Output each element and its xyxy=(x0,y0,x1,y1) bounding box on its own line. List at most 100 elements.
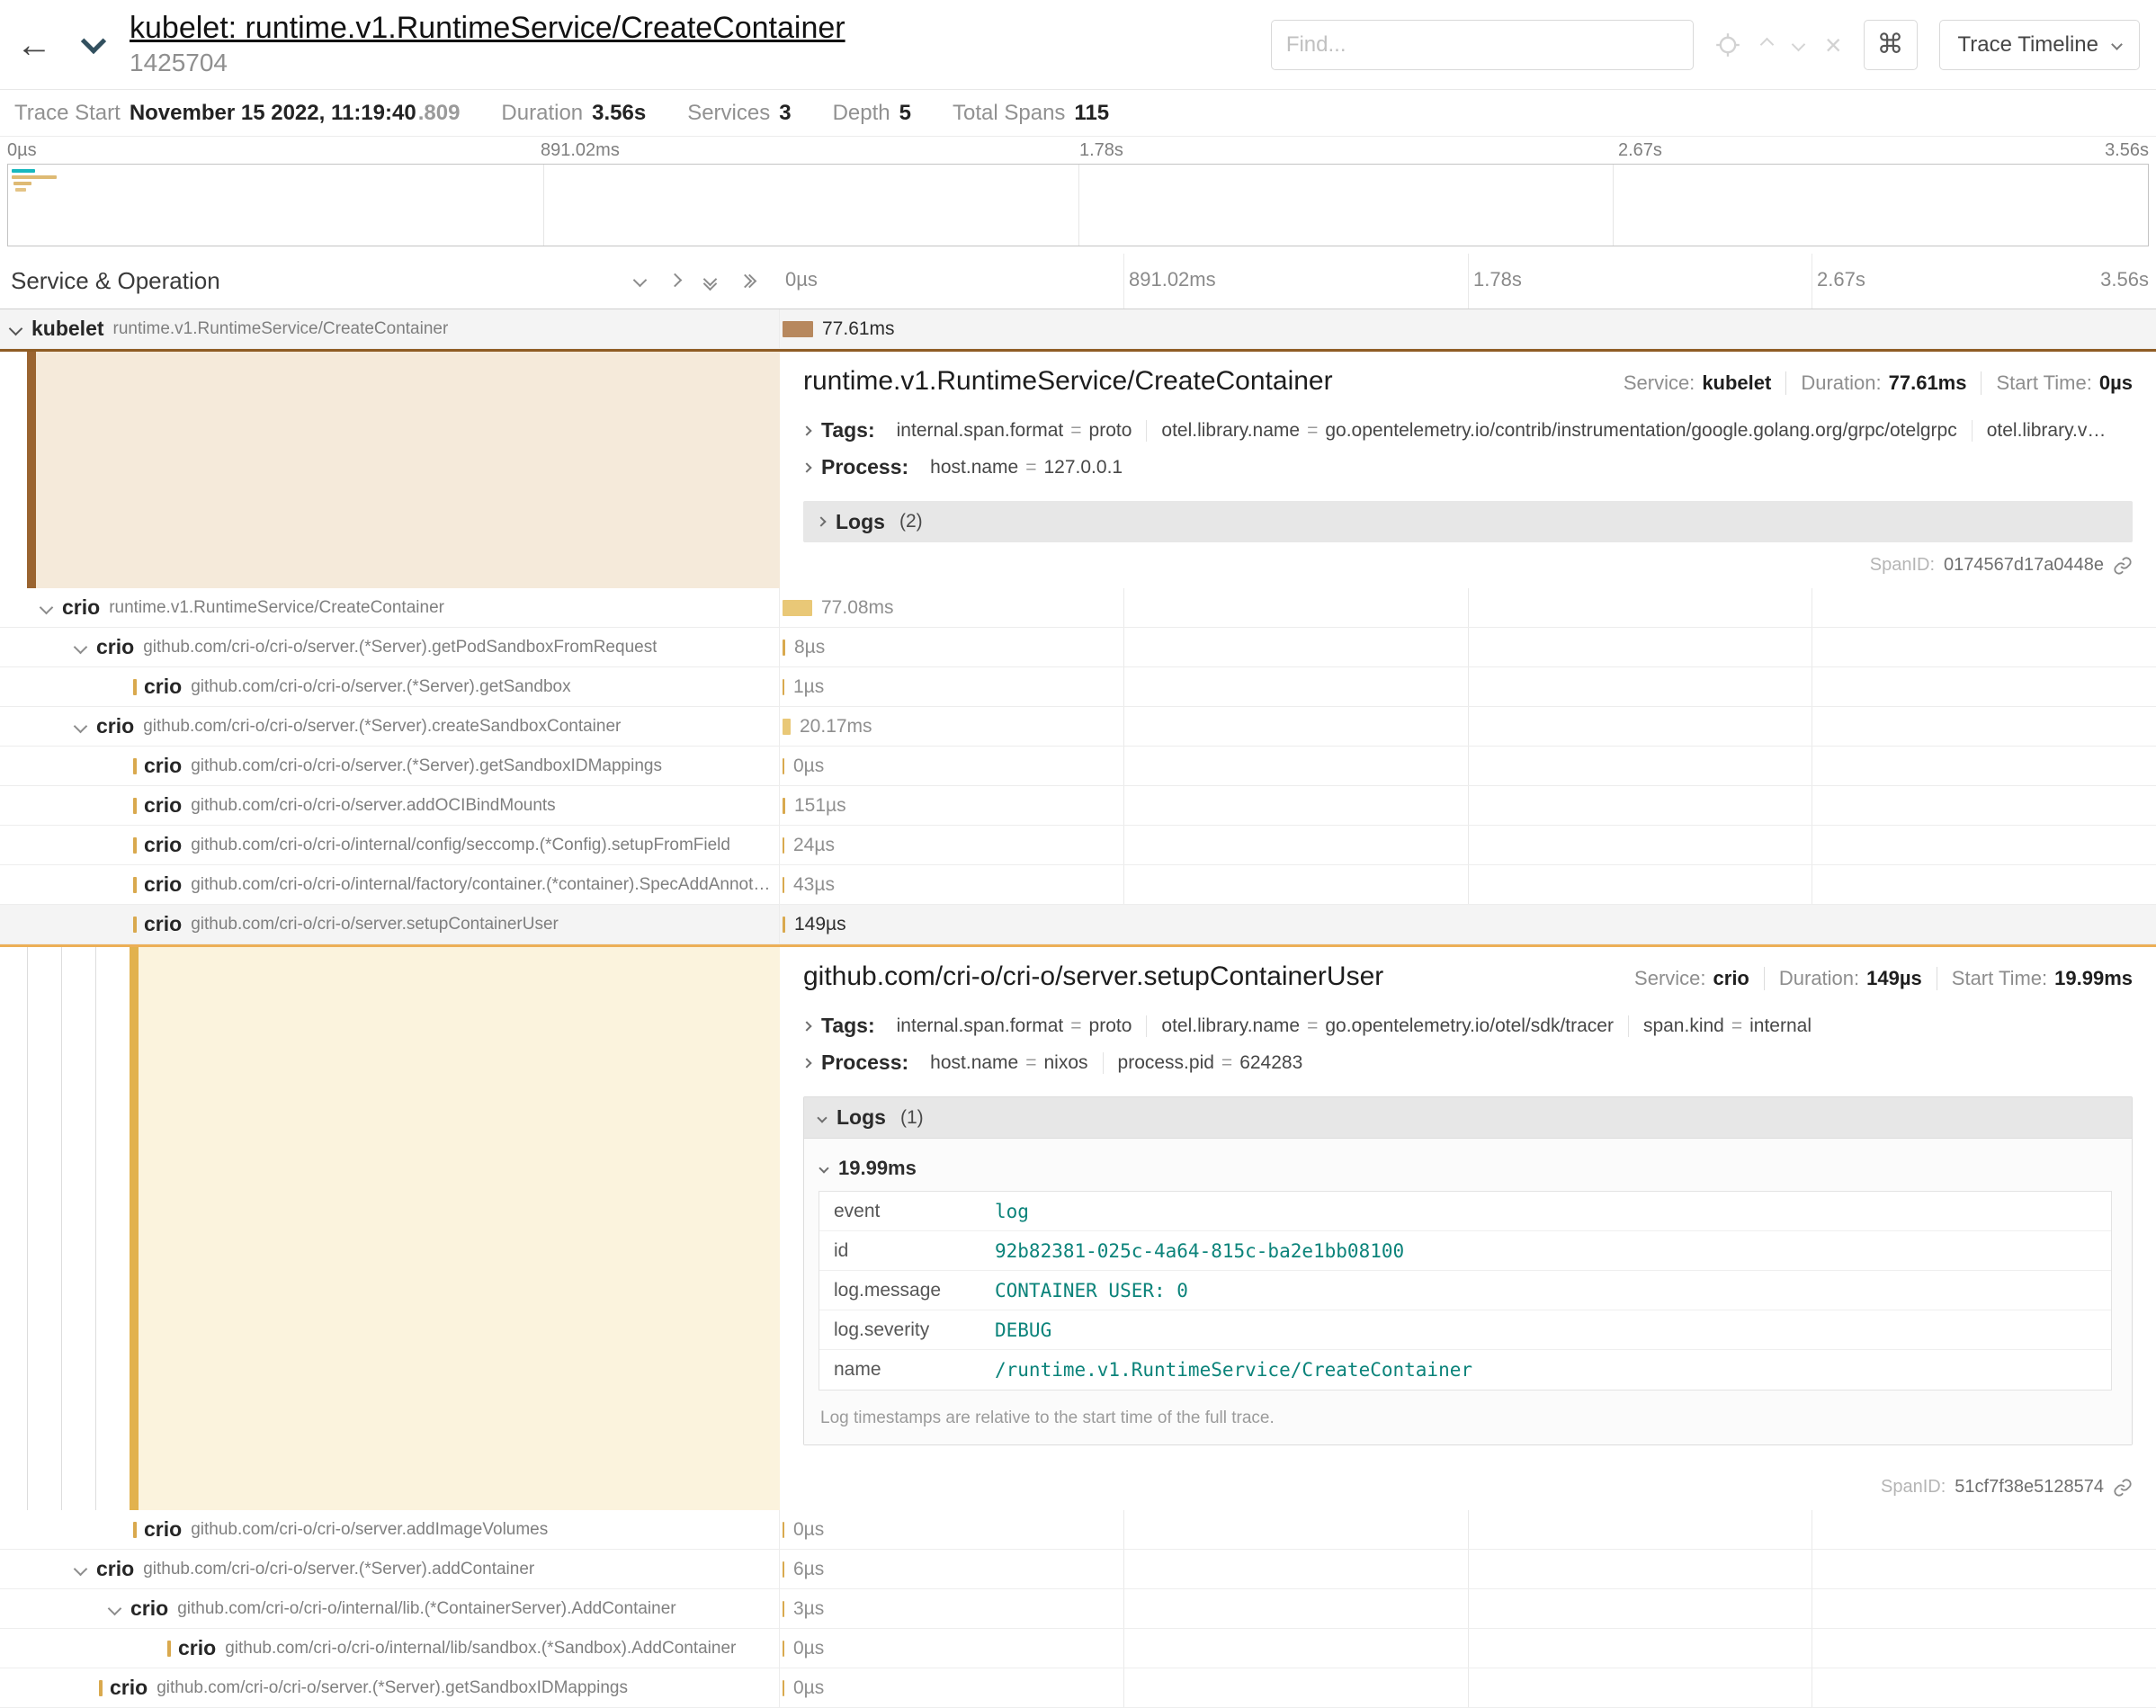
span-row[interactable]: criogithub.com/cri-o/cri-o/server.(*Serv… xyxy=(0,1550,2156,1589)
span-color-tick xyxy=(133,877,137,893)
trace-depth: Depth5 xyxy=(833,101,911,126)
span-color-tick xyxy=(133,758,137,774)
span-color-tick xyxy=(133,798,137,814)
trace-title-link[interactable]: kubelet: runtime.v1.RuntimeService/Creat… xyxy=(130,12,845,45)
logs-accordion: Logs(1) 19.99ms eventlog id92b82381-025c… xyxy=(803,1096,2133,1445)
span-bar[interactable] xyxy=(783,758,784,774)
tag-item: internal.span.format=proto xyxy=(882,1015,1147,1037)
span-bar[interactable] xyxy=(783,639,785,656)
span-color-tick xyxy=(167,1641,171,1657)
span-row[interactable]: criogithub.com/cri-o/cri-o/internal/lib.… xyxy=(0,1589,2156,1629)
span-row[interactable]: criogithub.com/cri-o/cri-o/server.addIma… xyxy=(0,1510,2156,1550)
collapse-children-icon[interactable] xyxy=(74,640,88,655)
minimap-ticks: 0µs 891.02ms 1.78s 2.67s 3.56s xyxy=(0,137,2156,162)
span-bar[interactable] xyxy=(783,1561,784,1578)
process-item: host.name=nixos xyxy=(916,1052,1102,1074)
span-detail-title: github.com/cri-o/cri-o/server.setupConta… xyxy=(803,961,1383,992)
collapse-all-icon[interactable] xyxy=(705,274,715,289)
span-row[interactable]: criogithub.com/cri-o/cri-o/server.(*Serv… xyxy=(0,667,2156,707)
next-result-icon[interactable] xyxy=(1794,40,1803,49)
timeline-column-header: Service & Operation 0µs 891.02ms 1.78s 2… xyxy=(0,254,2156,309)
chevron-down-icon xyxy=(819,1163,828,1173)
span-bar[interactable] xyxy=(783,837,784,854)
collapse-children-icon[interactable] xyxy=(108,1602,122,1616)
detail-service: Service:kubelet xyxy=(1609,371,1786,395)
span-detail-title: runtime.v1.RuntimeService/CreateContaine… xyxy=(803,366,1333,397)
span-row[interactable]: criogithub.com/cri-o/cri-o/server.(*Serv… xyxy=(0,628,2156,667)
tags-toggle[interactable]: Tags: internal.span.format=proto otel.li… xyxy=(803,1014,2133,1038)
logs-toggle[interactable]: Logs(2) xyxy=(803,501,2133,542)
minimap-span xyxy=(13,182,31,185)
span-bar[interactable] xyxy=(783,1601,784,1617)
span-bar[interactable] xyxy=(783,1522,784,1538)
log-field-row: name/runtime.v1.RuntimeService/CreateCon… xyxy=(819,1350,2111,1390)
span-color-tick xyxy=(99,1680,103,1696)
span-row[interactable]: criogithub.com/cri-o/cri-o/server.addOCI… xyxy=(0,786,2156,826)
span-bar[interactable] xyxy=(783,719,791,735)
collapse-children-icon[interactable] xyxy=(9,322,23,336)
prev-result-icon[interactable] xyxy=(1762,40,1772,49)
span-row[interactable]: crioruntime.v1.RuntimeService/CreateCont… xyxy=(0,588,2156,628)
focus-spans-icon[interactable] xyxy=(1715,32,1740,58)
back-arrow-icon[interactable]: ← xyxy=(16,27,52,63)
chevron-down-icon xyxy=(2111,39,2123,50)
detail-duration: Duration:149µs xyxy=(1764,967,1937,990)
copy-span-link-icon[interactable] xyxy=(2113,1478,2133,1498)
process-toggle[interactable]: Process: host.name=127.0.0.1 xyxy=(803,455,2133,479)
trace-minimap[interactable]: 0µs 891.02ms 1.78s 2.67s 3.56s xyxy=(0,137,2156,254)
span-bar[interactable] xyxy=(783,917,785,933)
span-id-row: SpanID: 51cf7f38e5128574 xyxy=(803,1468,2133,1501)
view-selector-button[interactable]: Trace Timeline xyxy=(1939,20,2141,70)
collapse-children-icon[interactable] xyxy=(74,720,88,734)
span-row[interactable]: criogithub.com/cri-o/cri-o/internal/conf… xyxy=(0,826,2156,865)
collapse-children-icon[interactable] xyxy=(74,1562,88,1577)
keyboard-shortcuts-button[interactable]: ⌘ xyxy=(1864,20,1918,70)
span-row[interactable]: criogithub.com/cri-o/cri-o/server.(*Serv… xyxy=(0,747,2156,786)
view-selector-label: Trace Timeline xyxy=(1958,32,2099,58)
detail-start-time: Start Time:19.99ms xyxy=(1937,967,2133,990)
tags-toggle[interactable]: Tags: internal.span.format=proto otel.li… xyxy=(803,418,2133,443)
trace-id: 1425704 xyxy=(130,49,845,77)
logs-toggle[interactable]: Logs(1) xyxy=(804,1097,2132,1139)
log-entry-toggle[interactable]: 19.99ms xyxy=(819,1149,2112,1191)
span-bar[interactable] xyxy=(783,600,812,616)
span-bar[interactable] xyxy=(783,1641,784,1657)
span-row[interactable]: kubeletruntime.v1.RuntimeService/CreateC… xyxy=(0,309,2156,349)
log-field-row: log.messageCONTAINER USER: 0 xyxy=(819,1271,2111,1310)
span-color-tick xyxy=(133,679,137,695)
minimap-span xyxy=(12,175,57,179)
expand-all-icon[interactable] xyxy=(740,276,755,286)
span-bar[interactable] xyxy=(783,798,785,814)
span-row[interactable]: criogithub.com/cri-o/cri-o/internal/lib/… xyxy=(0,1629,2156,1668)
span-bar[interactable] xyxy=(783,877,784,893)
collapse-header-chevron-icon[interactable] xyxy=(79,40,108,50)
collapse-children-icon[interactable] xyxy=(40,601,54,615)
trace-timeline-grid: Service & Operation 0µs 891.02ms 1.78s 2… xyxy=(0,254,2156,1708)
minimap-canvas[interactable] xyxy=(7,164,2149,246)
expand-one-icon[interactable] xyxy=(670,273,680,290)
clear-find-icon[interactable]: × xyxy=(1825,31,1842,59)
process-toggle[interactable]: Process: host.name=nixos process.pid=624… xyxy=(803,1051,2133,1075)
trace-start: Trace Start November 15 2022, 11:19:40.8… xyxy=(14,101,460,126)
span-bar[interactable] xyxy=(783,1680,784,1696)
service-operation-header: Service & Operation xyxy=(11,267,220,295)
find-input[interactable] xyxy=(1271,20,1694,70)
span-row[interactable]: criogithub.com/cri-o/cri-o/internal/fact… xyxy=(0,865,2156,905)
span-row[interactable]: criogithub.com/cri-o/cri-o/server.(*Serv… xyxy=(0,1668,2156,1708)
span-row[interactable]: criogithub.com/cri-o/cri-o/server.setupC… xyxy=(0,905,2156,944)
detail-service: Service:crio xyxy=(1620,967,1764,990)
copy-span-link-icon[interactable] xyxy=(2113,556,2133,576)
trace-title-block: kubelet: runtime.v1.RuntimeService/Creat… xyxy=(130,12,845,76)
span-row[interactable]: criogithub.com/cri-o/cri-o/server.(*Serv… xyxy=(0,707,2156,747)
span-bar[interactable] xyxy=(783,321,813,337)
collapse-one-icon[interactable] xyxy=(635,273,645,290)
log-field-row: eventlog xyxy=(819,1192,2111,1231)
span-rows: kubeletruntime.v1.RuntimeService/CreateC… xyxy=(0,309,2156,1708)
log-field-row: id92b82381-025c-4a64-815c-ba2e1bb08100 xyxy=(819,1231,2111,1271)
chevron-right-icon xyxy=(803,425,812,435)
trace-duration: Duration3.56s xyxy=(501,101,646,126)
span-bar[interactable] xyxy=(783,679,784,695)
trace-page-header: ← kubelet: runtime.v1.RuntimeService/Cre… xyxy=(0,0,2156,90)
tag-item: span.kind=internal xyxy=(1628,1015,1826,1037)
detail-start-time: Start Time:0µs xyxy=(1981,371,2133,395)
